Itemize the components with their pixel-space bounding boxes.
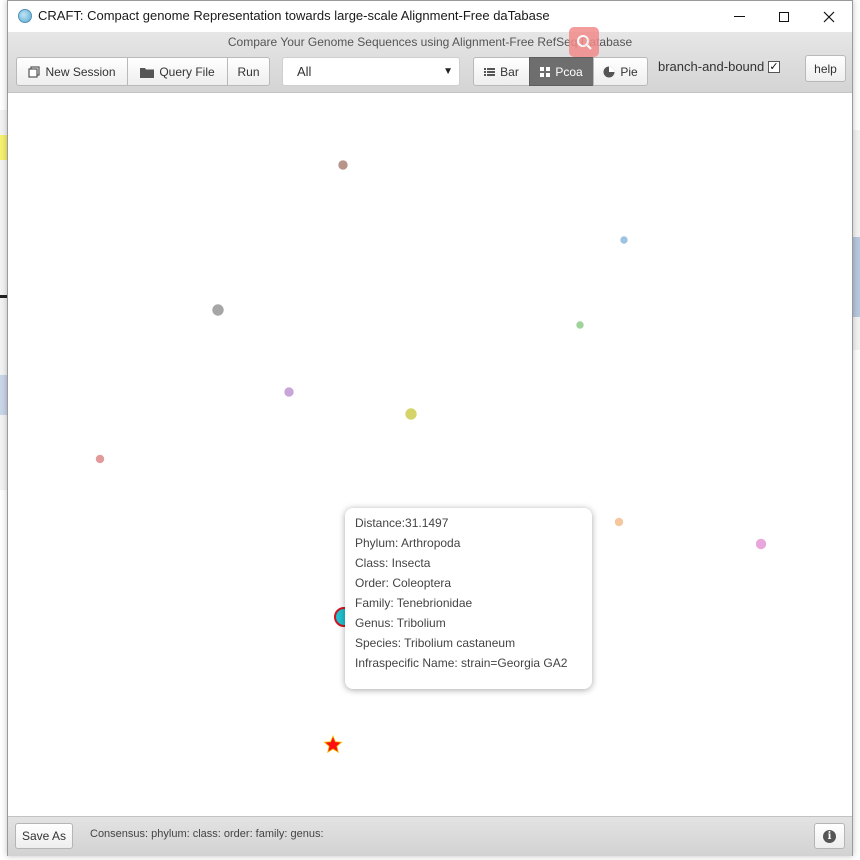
minimize-button[interactable]	[716, 1, 762, 32]
bar-view-label: Bar	[500, 64, 519, 79]
pcoa-view-label: Pcoa	[555, 64, 583, 79]
tooltip-species: Species: Tribolium castaneum	[355, 636, 516, 650]
background-desktop-left	[0, 110, 7, 490]
filter-select-value: All	[297, 64, 312, 79]
new-session-button[interactable]: New Session	[16, 57, 128, 86]
tooltip-genus: Genus: Tribolium	[355, 616, 446, 630]
info-icon: i	[823, 829, 836, 843]
tooltip-phylum: Phylum: Arthropoda	[355, 536, 461, 550]
branch-and-bound-label: branch-and-bound	[658, 59, 765, 74]
tooltip-class: Class: Insecta	[355, 556, 431, 570]
pie-chart-icon	[603, 66, 615, 77]
app-subtitle: Compare Your Genome Sequences using Alig…	[227, 35, 633, 49]
help-button[interactable]: help	[805, 55, 846, 82]
point-7[interactable]	[95, 454, 105, 464]
tooltip-infraspecific: Infraspecific Name: strain=Georgia GA2	[355, 656, 568, 670]
point-8[interactable]	[614, 517, 624, 527]
point-2[interactable]	[619, 235, 629, 245]
point-tooltip: Distance:31.1497 Phylum: Arthropoda Clas…	[345, 508, 592, 689]
pcoa-plot: Distance:31.1497 Phylum: Arthropoda Clas…	[8, 93, 852, 816]
pcoa-scatter	[95, 159, 767, 754]
new-session-icon	[28, 65, 41, 78]
tooltip-order: Order: Coleoptera	[355, 576, 452, 590]
pie-view-label: Pie	[620, 64, 638, 79]
grid-icon	[540, 66, 551, 77]
close-button[interactable]	[806, 1, 852, 32]
status-bar: Save As Consensus: phylum: class: order:…	[8, 816, 852, 856]
point-1[interactable]	[337, 159, 349, 171]
pcoa-view-button[interactable]: Pcoa	[529, 57, 594, 86]
folder-icon	[140, 67, 155, 78]
point-4[interactable]	[575, 320, 585, 330]
run-label: Run	[237, 64, 260, 79]
background-desktop-right	[853, 130, 860, 350]
toolbar: Compare Your Genome Sequences using Alig…	[8, 27, 852, 93]
query-star[interactable]	[323, 734, 343, 754]
tooltip-distance: Distance:31.1497	[355, 516, 449, 530]
point-6[interactable]	[404, 407, 418, 421]
new-session-label: New Session	[45, 64, 116, 79]
pie-view-button[interactable]: Pie	[593, 57, 648, 86]
query-file-label: Query File	[159, 64, 215, 79]
query-file-button[interactable]: Query File	[127, 57, 228, 86]
branch-and-bound-checkbox[interactable]: ✓	[768, 61, 780, 73]
close-icon	[823, 11, 835, 22]
app-logo-icon	[18, 9, 32, 23]
run-button[interactable]: Run	[227, 57, 270, 86]
title-bar: CRAFT: Compact genome Representation tow…	[8, 1, 852, 32]
search-overlay-button[interactable]	[569, 27, 599, 57]
bar-view-button[interactable]: Bar	[473, 57, 530, 86]
chevron-down-icon: ▼	[443, 66, 453, 77]
window-title: CRAFT: Compact genome Representation tow…	[38, 8, 550, 23]
list-icon	[484, 67, 496, 76]
save-as-button[interactable]: Save As	[15, 823, 73, 849]
point-9[interactable]	[755, 538, 767, 550]
consensus-text: Consensus: phylum: class: order: family:…	[90, 828, 324, 840]
filter-select[interactable]: All ▼	[282, 57, 460, 86]
info-button[interactable]: i	[814, 823, 845, 849]
search-icon	[577, 35, 592, 50]
point-5[interactable]	[283, 386, 295, 398]
maximize-icon	[779, 11, 789, 22]
point-3[interactable]	[211, 303, 225, 317]
minimize-icon	[733, 16, 745, 17]
help-label: help	[814, 61, 837, 76]
maximize-button[interactable]	[761, 1, 807, 32]
tooltip-family: Family: Tenebrionidae	[355, 596, 473, 610]
app-window: CRAFT: Compact genome Representation tow…	[7, 0, 853, 856]
